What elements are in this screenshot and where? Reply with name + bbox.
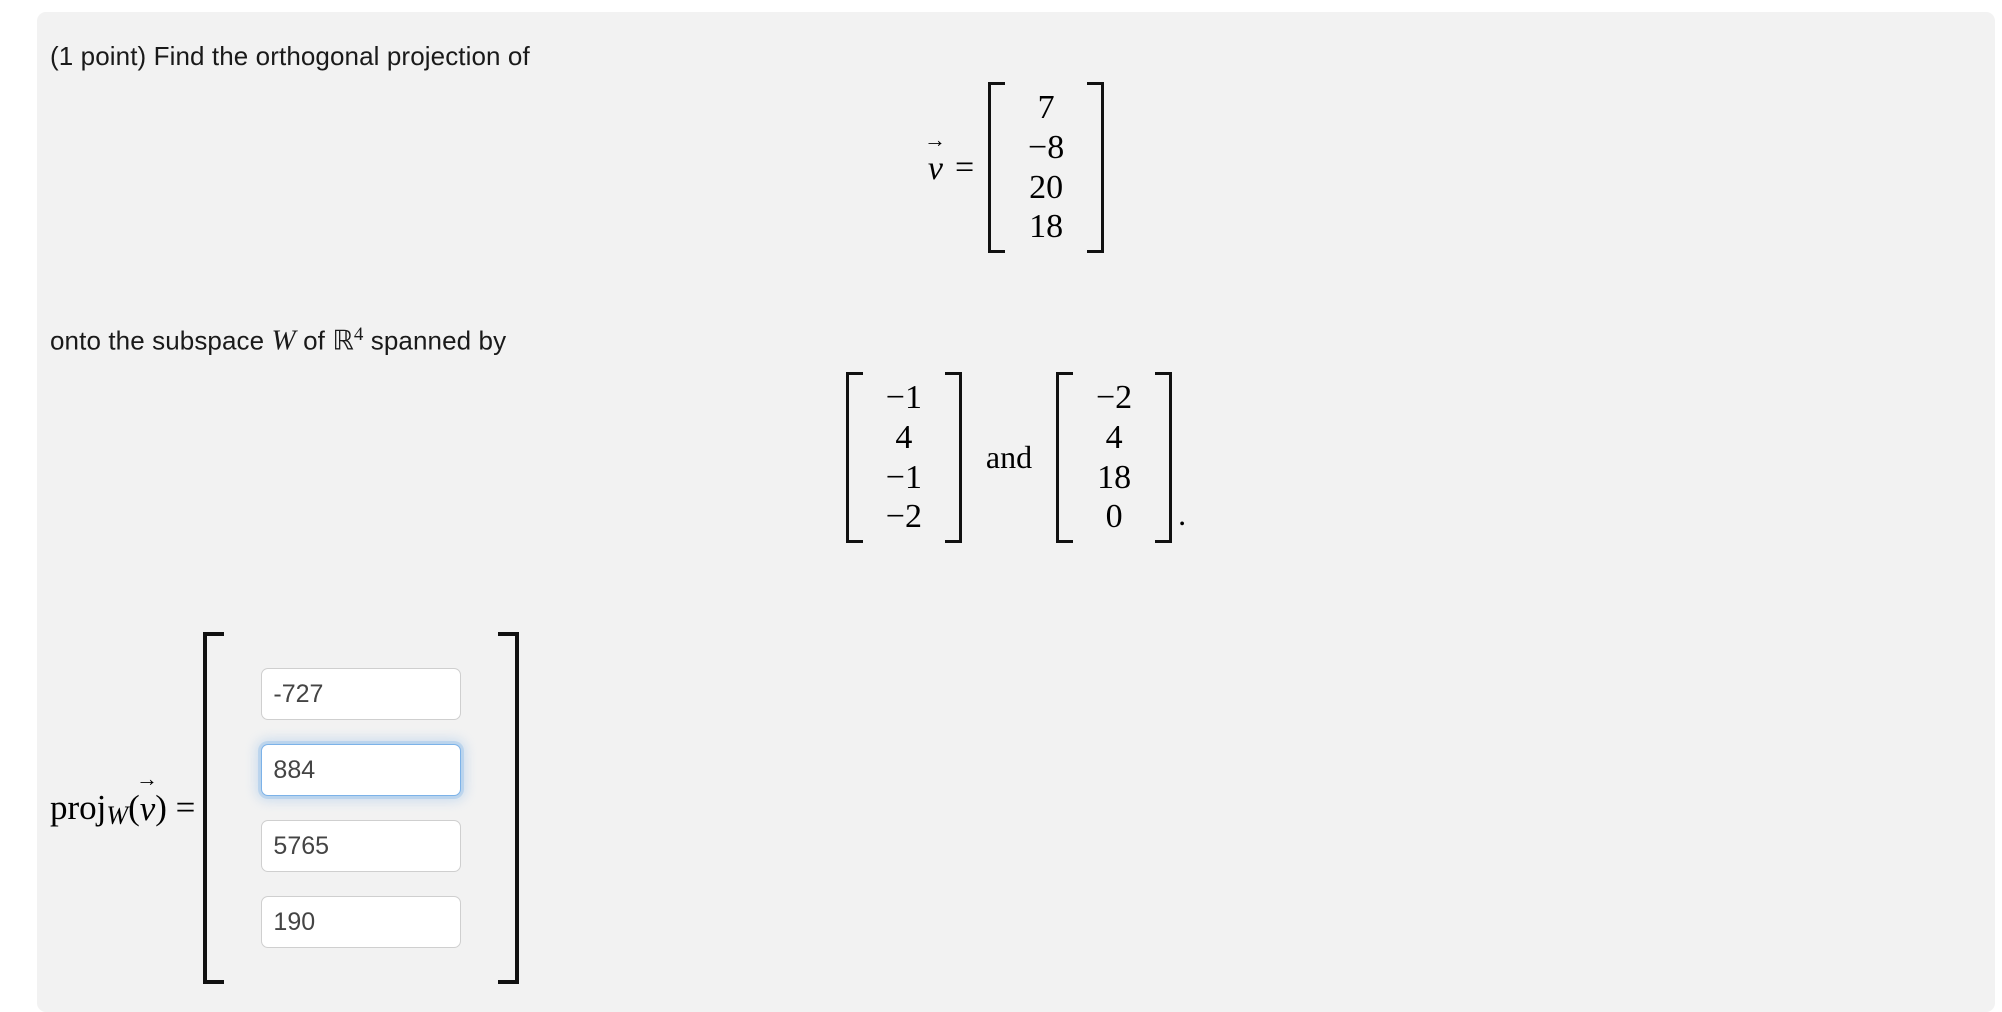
vector-v-entries: 7 −8 20 18: [1009, 82, 1083, 253]
trailing-period: .: [1178, 496, 1187, 533]
spanning-vector-entry: 4: [1105, 418, 1123, 456]
spanning-vector-2: −2 4 18 0: [1056, 372, 1173, 544]
subspace-text-after: spanned by: [370, 325, 507, 356]
proj-text: proj: [50, 788, 107, 827]
answer-vector-matrix: [203, 632, 520, 984]
vector-v-matrix: 7 −8 20 18: [988, 82, 1105, 254]
spanning-vector-entry: −1: [885, 379, 922, 416]
proj-subscript-w: W: [106, 801, 129, 830]
answer-input-component-2[interactable]: [261, 744, 462, 796]
answer-input-component-4[interactable]: [261, 896, 462, 948]
and-conjunction: and: [985, 439, 1033, 476]
vector-v-symbol: v: [928, 148, 943, 188]
real-field-exponent: 4: [353, 324, 364, 345]
spanning-vector-2-entries: −2 4 18 0: [1077, 372, 1151, 543]
answer-input-component-1[interactable]: [261, 668, 462, 720]
spanning-vector-1: −1 4 −1 −2: [845, 372, 962, 544]
points-label: (1 point) Find the orthogonal projection…: [50, 41, 530, 71]
left-bracket-icon: [203, 632, 225, 984]
proj-equals-sign: =: [175, 788, 196, 827]
projection-label: projW(v) =: [50, 787, 196, 830]
spanning-vectors-display: −1 4 −1 −2 and −2 4 18 0 .: [37, 372, 1995, 544]
vector-v-entry: 18: [1029, 208, 1064, 246]
left-bracket-icon: [1056, 372, 1074, 544]
subspace-text-of: of: [303, 325, 326, 356]
problem-statement-line-1: (1 point) Find the orthogonal projection…: [50, 41, 530, 72]
spanning-vector-entry: −2: [885, 498, 922, 536]
right-bracket-icon: [1087, 82, 1105, 254]
subspace-symbol: W: [271, 324, 296, 357]
proj-close-paren: ): [155, 788, 167, 827]
subspace-text-before: onto the subspace: [50, 325, 265, 356]
right-bracket-icon: [944, 372, 962, 544]
spanning-vector-1-entries: −1 4 −1 −2: [867, 372, 941, 543]
vector-v-display: v = 7 −8 20 18: [37, 82, 1995, 254]
spanning-vector-entry: −2: [1096, 379, 1133, 416]
vector-v-entry: −8: [1028, 128, 1065, 166]
vector-v-equation-label: v =: [928, 148, 974, 188]
real-field-symbol: ℝ: [332, 325, 354, 357]
problem-statement-line-2: onto the subspace W of ℝ4 spanned by: [50, 324, 506, 358]
problem-card: (1 point) Find the orthogonal projection…: [37, 12, 1995, 1012]
proj-vector-v-symbol: v: [140, 787, 156, 829]
left-bracket-icon: [845, 372, 863, 544]
answer-input-component-3[interactable]: [261, 820, 462, 872]
right-bracket-icon: [498, 632, 520, 984]
spanning-vector-entry: 4: [895, 418, 913, 456]
answer-area: projW(v) =: [50, 632, 520, 984]
right-bracket-icon: [1155, 372, 1173, 544]
proj-open-paren: (: [128, 788, 140, 827]
left-bracket-icon: [988, 82, 1006, 254]
vector-v-entry: 7: [1037, 89, 1055, 126]
spanning-vector-entry: −1: [885, 458, 922, 496]
equals-sign: =: [954, 148, 975, 186]
spanning-vector-entry: 0: [1105, 498, 1123, 536]
vector-v-entry: 20: [1029, 168, 1064, 206]
spanning-vector-entry: 18: [1097, 458, 1132, 496]
answer-input-list: [228, 632, 494, 984]
